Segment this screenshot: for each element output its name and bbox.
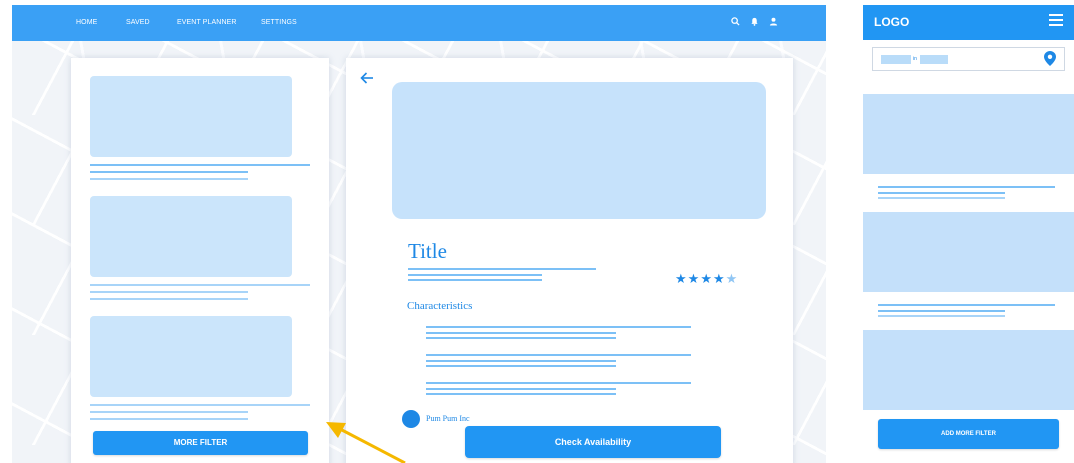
text-placeholder-line (878, 304, 1055, 306)
map-pin-icon[interactable] (1044, 51, 1056, 66)
text-placeholder-line (90, 418, 248, 420)
search-connector: in (913, 56, 917, 62)
detail-panel: Title ★★★★★ Characteristics Pum Pum Inc … (346, 58, 793, 463)
star-icon: ★ (712, 271, 726, 286)
star-empty-icon: ★ (725, 271, 739, 286)
annotation-arrow-icon (326, 422, 406, 463)
nav-saved[interactable]: SAVED (126, 19, 150, 26)
mobile-header: LOGO (863, 5, 1074, 40)
results-list-panel: MORE FILTER (71, 58, 329, 463)
check-availability-button[interactable]: Check Availability (465, 426, 721, 458)
star-icon: ★ (700, 271, 713, 286)
text-placeholder-line (426, 382, 691, 384)
search-term-placeholder[interactable] (881, 55, 911, 64)
text-placeholder-line (426, 365, 616, 367)
page-title: Title (408, 239, 447, 263)
text-placeholder-line (90, 298, 248, 300)
location-search-bar[interactable]: in (872, 47, 1065, 71)
text-placeholder-line (90, 171, 248, 173)
result-card-image[interactable] (90, 196, 292, 277)
mobile-result-card-image[interactable] (863, 330, 1074, 410)
arrow-left-icon[interactable] (360, 72, 374, 84)
search-icon[interactable] (731, 17, 740, 26)
text-placeholder-line (90, 284, 310, 286)
text-placeholder-line (408, 274, 542, 276)
nav-event-planner[interactable]: EVENT PLANNER (177, 19, 237, 26)
text-placeholder-line (408, 279, 542, 281)
text-placeholder-line (426, 388, 616, 390)
text-placeholder-line (878, 310, 1005, 312)
add-more-filter-button[interactable]: ADD MORE FILTER (878, 419, 1059, 449)
text-placeholder-line (878, 186, 1055, 188)
text-placeholder-line (90, 178, 248, 180)
nav-home[interactable]: HOME (76, 19, 97, 26)
hamburger-icon[interactable] (1049, 14, 1063, 26)
user-icon[interactable] (769, 17, 778, 26)
text-placeholder-line (90, 404, 310, 406)
text-placeholder-line (878, 315, 1005, 317)
result-card-image[interactable] (90, 316, 292, 397)
star-icon: ★ (675, 271, 688, 286)
hero-image-placeholder (392, 82, 766, 219)
mobile-mockup: LOGO in ADD MORE FILTER (863, 5, 1074, 463)
result-card-image[interactable] (90, 76, 292, 157)
text-placeholder-line (426, 360, 616, 362)
text-placeholder-line (90, 411, 248, 413)
text-placeholder-line (426, 326, 691, 328)
owner-name: Pum Pum Inc (426, 414, 470, 423)
mobile-result-card-image[interactable] (863, 212, 1074, 292)
text-placeholder-line (878, 197, 1005, 199)
logo[interactable]: LOGO (874, 15, 909, 29)
text-placeholder-line (426, 393, 616, 395)
star-icon: ★ (687, 271, 701, 286)
mobile-result-card-image[interactable] (863, 94, 1074, 174)
text-placeholder-line (90, 164, 310, 166)
text-placeholder-line (90, 291, 248, 293)
text-placeholder-line (426, 354, 691, 356)
top-navigation-bar: HOME SAVED EVENT PLANNER SETTINGS (12, 5, 826, 41)
rating-stars: ★★★★★ (675, 271, 738, 287)
text-placeholder-line (408, 268, 596, 270)
nav-settings[interactable]: SETTINGS (261, 19, 297, 26)
text-placeholder-line (426, 332, 616, 334)
desktop-mockup: HOME SAVED EVENT PLANNER SETTINGS MORE F… (12, 5, 826, 463)
more-filter-button[interactable]: MORE FILTER (93, 431, 308, 455)
search-location-placeholder[interactable] (920, 55, 948, 64)
text-placeholder-line (426, 337, 616, 339)
text-placeholder-line (878, 192, 1005, 194)
characteristics-heading: Characteristics (407, 300, 473, 312)
bell-icon[interactable] (750, 17, 759, 26)
